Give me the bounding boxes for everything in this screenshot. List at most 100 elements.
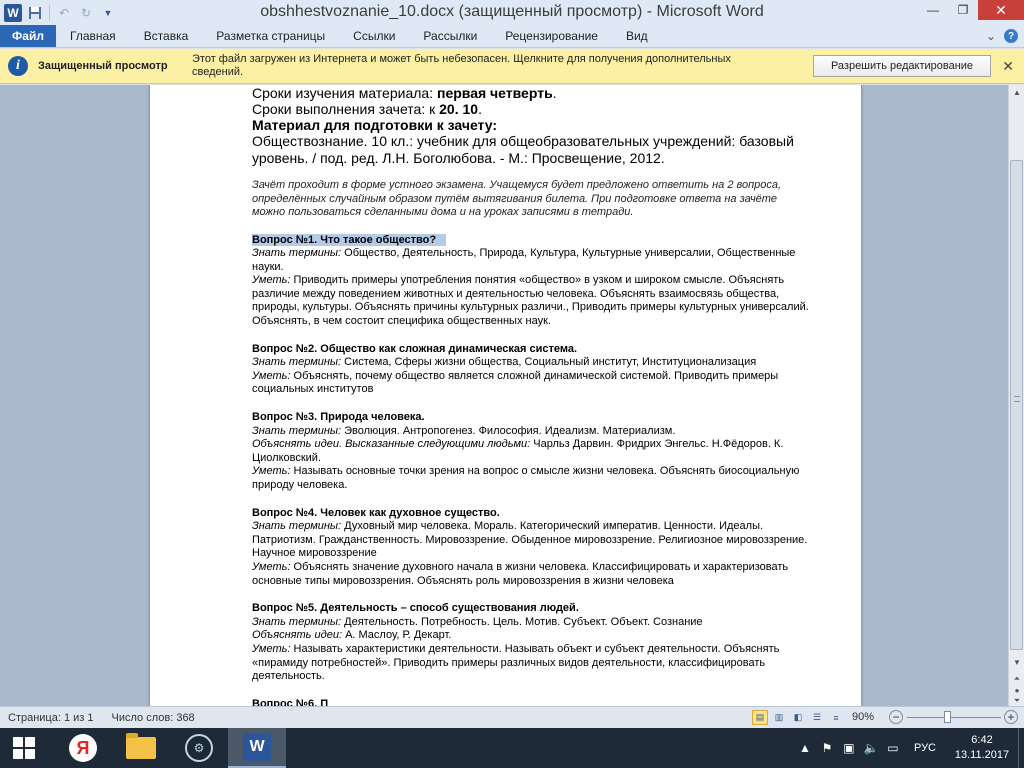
zoom-level[interactable]: 90% [852, 711, 874, 723]
scroll-up-icon[interactable]: ▲ [1011, 87, 1023, 99]
skills-label: Уметь: [252, 465, 291, 478]
word-count[interactable]: Число слов: 368 [94, 712, 195, 724]
web-layout-icon[interactable]: ◧ [790, 710, 806, 725]
skills-text: Называть основные точки зрения на вопрос… [252, 465, 800, 491]
full-screen-reading-icon[interactable]: ▥ [771, 710, 787, 725]
clock[interactable]: 6:42 13.11.2017 [946, 733, 1018, 763]
skills-text: Объяснять значение духовного начала в жи… [252, 560, 789, 587]
zoom-out-icon[interactable]: − [889, 710, 903, 724]
protected-view-message[interactable]: Этот файл загружен из Интернета и может … [192, 53, 782, 79]
redo-icon[interactable]: ↻ [75, 2, 97, 24]
yandex-browser-app[interactable]: Я [54, 728, 112, 768]
document-page[interactable]: Сроки изучения материала: первая четверт… [150, 85, 861, 706]
yandex-icon: Я [69, 734, 97, 762]
tab-review[interactable]: Рецензирование [491, 25, 612, 47]
study-period-end: . [552, 85, 557, 101]
undo-icon[interactable]: ↶ [53, 2, 75, 24]
restore-icon[interactable]: ❐ [948, 0, 978, 20]
question-title: Вопрос №3. Природа человека. [252, 411, 425, 424]
protected-view-bar: i Защищенный просмотр Этот файл загружен… [0, 49, 1024, 84]
page-counter[interactable]: Страница: 1 из 1 [0, 712, 94, 724]
expand-ribbon-icon[interactable]: ⌄ [986, 29, 996, 43]
question-block-4: Вопрос №4. Человек как духовное существо… [252, 507, 812, 589]
draft-icon[interactable]: ≡ [828, 710, 844, 725]
volume-icon[interactable]: 🔈 [860, 741, 882, 755]
skills-label: Уметь: [252, 642, 291, 655]
terms-text: Деятельность. Потребность. Цель. Мотив. … [341, 615, 703, 628]
question-title: Вопрос №5. Деятельность – способ существ… [252, 602, 579, 615]
language-indicator[interactable]: РУС [904, 742, 946, 754]
tab-mailings[interactable]: Рассылки [409, 25, 491, 47]
study-period-line: Сроки изучения материала: первая четверт… [252, 85, 812, 101]
tab-view[interactable]: Вид [612, 25, 662, 47]
view-buttons: ▤ ▥ ◧ ☰ ≡ [752, 710, 844, 725]
terms-label: Знать термины: [252, 615, 342, 628]
print-layout-icon[interactable]: ▤ [752, 710, 768, 725]
file-explorer-app[interactable] [112, 728, 170, 768]
ideas-label: Объяснять идеи. Высказанные следующими л… [252, 438, 531, 451]
question-block-3: Вопрос №3. Природа человека. Знать терми… [252, 411, 812, 493]
action-center-flag-icon[interactable]: ⚑ [816, 741, 838, 755]
exam-intro: Зачёт проходит в форме устного экзамена.… [252, 179, 782, 218]
word-app[interactable]: W [228, 728, 286, 768]
tab-file[interactable]: Файл [0, 25, 56, 47]
enable-editing-button[interactable]: Разрешить редактирование [813, 55, 991, 77]
ideas-label: Объяснять идеи: [252, 629, 343, 642]
question-skills: Уметь: Называть характеристики деятельно… [252, 643, 812, 684]
show-desktop-button[interactable] [1018, 728, 1024, 768]
question-skills: Уметь: Объяснять значение духовного нача… [252, 561, 812, 588]
minimize-icon[interactable]: — [918, 0, 948, 20]
folder-icon [126, 733, 156, 759]
tab-page-layout[interactable]: Разметка страницы [202, 25, 339, 47]
zoom-slider-thumb[interactable] [944, 711, 951, 723]
tab-insert[interactable]: Вставка [130, 25, 203, 47]
scroll-thumb[interactable] [1010, 160, 1023, 650]
skills-text: Приводить примеры употребления понятия «… [252, 274, 809, 328]
tab-references[interactable]: Ссылки [339, 25, 409, 47]
scroll-down-icon[interactable]: ▼ [1011, 657, 1023, 669]
question-block-1: Вопрос №1. Что такое общество? Знать тер… [252, 233, 812, 329]
skills-label: Уметь: [252, 274, 291, 287]
document-content[interactable]: Сроки изучения материала: первая четверт… [252, 85, 812, 706]
question-terms: Знать термины: Эволюция. Антропогенез. Ф… [252, 425, 812, 439]
network-icon[interactable]: ▣ [838, 741, 860, 755]
close-icon[interactable]: ✕ [978, 0, 1024, 20]
qat-separator [49, 5, 50, 21]
question-block-5: Вопрос №5. Деятельность – способ существ… [252, 602, 812, 684]
show-hidden-icons-icon[interactable]: ▲ [794, 741, 816, 755]
zoom-slider[interactable] [907, 717, 1001, 718]
previous-page-icon[interactable]: ⏶ [1011, 673, 1023, 685]
power-icon[interactable]: ▭ [882, 741, 904, 755]
outline-icon[interactable]: ☰ [809, 710, 825, 725]
document-area[interactable]: Сроки изучения материала: первая четверт… [0, 85, 1008, 706]
save-icon[interactable] [24, 2, 46, 24]
deadline-label: Сроки выполнения зачета: к [252, 101, 440, 117]
clock-date: 13.11.2017 [954, 749, 1010, 761]
grip-icon [1014, 396, 1020, 402]
study-period-value: первая четверть [436, 85, 553, 101]
question-terms: Знать термины: Деятельность. Потребность… [252, 616, 812, 630]
close-icon[interactable]: ✕ [1002, 58, 1014, 75]
customize-qat-icon[interactable]: ▼ [97, 2, 119, 24]
question-skills: Уметь: Приводить примеры употребления по… [252, 274, 812, 328]
tab-home[interactable]: Главная [56, 25, 130, 47]
vertical-scrollbar[interactable]: ▲ ▼ ⏶ ● ⏷ [1008, 85, 1024, 706]
deadline-value: 20. 10 [439, 101, 479, 117]
start-button[interactable] [0, 728, 48, 768]
word-app-icon[interactable]: W [2, 2, 24, 24]
quick-access-toolbar: W ↶ ↻ ▼ [0, 0, 119, 26]
skills-label: Уметь: [252, 560, 291, 573]
deadline-line: Сроки выполнения зачета: к 20. 10. [252, 101, 812, 117]
clock-time: 6:42 [971, 734, 993, 746]
question-terms: Знать термины: Система, Сферы жизни обще… [252, 356, 812, 370]
question-terms: Знать термины: Общество, Деятельность, П… [252, 247, 812, 274]
question-title-partial: Вопрос №6. П [252, 697, 329, 706]
steam-app[interactable]: ⚙ [170, 728, 228, 768]
help-icon[interactable]: ? [1004, 29, 1018, 43]
ideas-text: А. Маслоу, Р. Декарт. [342, 629, 452, 642]
terms-text: Эволюция. Антропогенез. Философия. Идеал… [341, 424, 676, 437]
window-title: obshhestvoznanie_10.docx (защищенный про… [260, 3, 764, 20]
zoom-in-icon[interactable]: + [1004, 710, 1018, 724]
question-ideas: Объяснять идеи. Высказанные следующими л… [252, 438, 812, 465]
word-icon: W [243, 733, 271, 761]
